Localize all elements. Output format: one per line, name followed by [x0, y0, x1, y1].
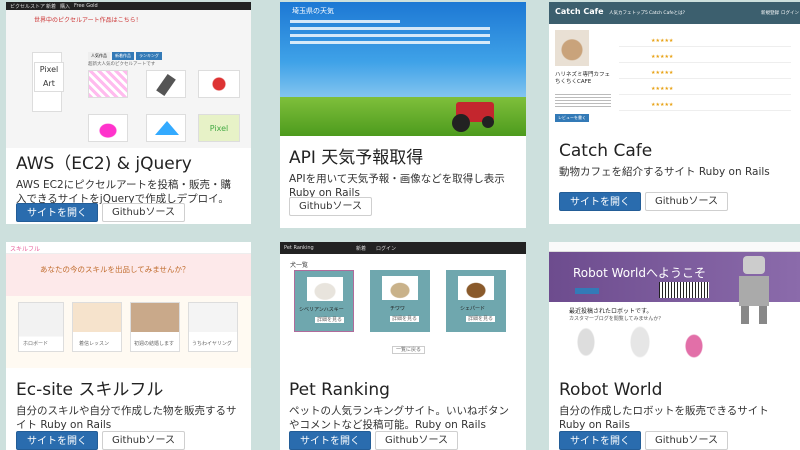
thumb-heading: あなたの今のスキルを出品してみませんか？ — [40, 265, 190, 274]
card-description: 自分の作成したロボットを販売できるサイト Ruby on Rails — [559, 405, 769, 431]
card-title: API 天気予報取得 — [289, 148, 424, 168]
thumb-tab: 新着作品 — [112, 52, 134, 60]
thumb-pet-card: シベリアンハスキー 詳細を見る — [294, 270, 354, 332]
github-source-button[interactable]: Githubソース — [645, 431, 728, 450]
open-site-button[interactable]: サイトを開く — [559, 431, 641, 450]
thumb-forecast-row — [290, 41, 490, 44]
thumb-brand: ピクセルストア — [10, 4, 46, 10]
thumb-heading: 世界中のピクセルアート作品はこちら！ — [34, 17, 142, 24]
thumb-item: 着信レッスン — [72, 302, 122, 352]
thumb-reviews: ★★★★★ ★★★★★ ★★★★★ ★★★★★ ★★★★★ — [619, 36, 791, 120]
thumb-tab: 人気作品 — [88, 52, 110, 60]
thumb-cafe-info — [555, 92, 611, 108]
card-description: 動物カフェを紹介するサイト Ruby on Rails — [559, 166, 770, 178]
portfolio-card-pet-ranking: Pet Ranking 新着 ログイン 犬一覧 シベリアンハスキー 詳細を見る … — [280, 242, 526, 450]
portfolio-card-weather: 埼玉県の天気 API 天気予報取得 APIを用いて天気予報・画像などを取得し表示… — [280, 2, 526, 228]
thumb-forecast-row — [290, 34, 490, 37]
thumb-nav-item: ログイン — [781, 11, 799, 16]
open-site-button[interactable]: サイトを開く — [559, 192, 641, 211]
thumb-pet-card: シェパード 詳細を見る — [446, 270, 506, 332]
thumb-item: 初週の結婚します — [130, 302, 180, 352]
thumb-nav-item: 購入 — [60, 4, 71, 10]
github-source-button[interactable]: Githubソース — [645, 192, 728, 211]
thumb-item: うちわイヤリング — [188, 302, 238, 352]
thumb-nav-item: Catch Cafeとは? — [649, 11, 686, 16]
thumb-pet-card: チワワ 詳細を見る — [370, 270, 430, 332]
thumb-tabs: 人気作品 新着作品 ランキング — [88, 52, 162, 60]
thumb-cafe-photo — [555, 30, 589, 66]
portfolio-card-catch-cafe: Catch Cafe 人気カフェトップ5 Catch Cafeとは? 新規登録 … — [549, 2, 800, 224]
thumb-forecast-row — [290, 20, 400, 23]
tractor-icon — [452, 102, 494, 132]
thumb-hero: あなたの今のスキルを出品してみませんか？ — [6, 254, 251, 296]
thumb-artwork: Pixel — [198, 114, 240, 142]
thumb-nav-item: ログイン — [376, 246, 397, 252]
thumb-section-sub: カスタマーブログを閲覧してみませんか？ — [569, 316, 664, 322]
thumb-nav-item: 新規登録 — [761, 11, 779, 16]
thumb-nav-item: 人気カフェトップ5 — [609, 11, 648, 16]
thumb-navbar: Catch Cafe 人気カフェトップ5 Catch Cafeとは? 新規登録 … — [549, 2, 800, 24]
thumb-robot-photo — [679, 326, 709, 366]
thumb-subheading: 超新大人気のピクセルアートです — [88, 62, 156, 67]
robot-icon — [729, 256, 779, 326]
card-thumbnail[interactable]: Catch Cafe 人気カフェトップ5 Catch Cafeとは? 新規登録 … — [549, 2, 800, 128]
thumb-sky — [280, 2, 526, 102]
portfolio-card-robot-world: Robot Worldへようこそ 最近投稿されたロボットです。 カスタマーブログ… — [549, 242, 800, 450]
thumb-artwork — [198, 70, 240, 98]
github-source-button[interactable]: Githubソース — [289, 197, 372, 216]
thumb-heading: Robot Worldへようこそ — [573, 266, 707, 280]
card-title: Robot World — [559, 380, 663, 400]
portfolio-card-skillful: スキルフル あなたの今のスキルを出品してみませんか？ ホロボード 着信レッスン … — [6, 242, 251, 450]
card-title: AWS（EC2) & jQuery — [16, 154, 192, 174]
thumb-nav-item: 新着 — [356, 246, 367, 252]
card-thumbnail[interactable]: Pet Ranking 新着 ログイン 犬一覧 シベリアンハスキー 詳細を見る … — [280, 242, 526, 368]
card-thumbnail[interactable]: ピクセルストア 新着 購入 Free Gold 世界中のピクセルアート作品はこち… — [6, 2, 251, 148]
thumb-robot-photo — [625, 326, 655, 366]
card-title: Pet Ranking — [289, 380, 390, 400]
thumb-navbar: Pet Ranking 新着 ログイン — [280, 242, 526, 254]
thumb-brand: Catch Cafe — [555, 7, 604, 16]
thumb-review-button: レビューを書く — [555, 114, 589, 122]
thumb-artwork — [88, 70, 128, 98]
github-source-button[interactable]: Githubソース — [102, 203, 185, 222]
card-description: APIを用いて天気予報・画像などを取得し表示 Ruby on Rails — [289, 173, 505, 199]
thumb-artwork — [146, 70, 186, 98]
card-description: ペットの人気ランキングサイト。いいねボタンやコメントなど投稿可能。Ruby on… — [289, 405, 509, 431]
thumb-artwork — [88, 114, 128, 142]
card-description: 自分のスキルや自分で作成した物を販売するサイト Ruby on Rails — [16, 405, 237, 431]
thumb-nav-item: Free Gold — [74, 3, 98, 9]
card-thumbnail[interactable]: 埼玉県の天気 — [280, 2, 526, 136]
card-thumbnail[interactable]: Robot Worldへようこそ 最近投稿されたロボットです。 カスタマーブログ… — [549, 242, 800, 368]
thumb-forecast-row — [290, 27, 490, 30]
thumb-logo-art: Pixel Art — [34, 62, 64, 92]
thumb-heading: 埼玉県の天気 — [292, 7, 334, 15]
card-title: Catch Cafe — [559, 141, 653, 161]
card-description: AWS EC2にピクセルアートを投稿・販売・購入できるサイトをjQueryで作成… — [16, 179, 232, 205]
open-site-button[interactable]: サイトを開く — [16, 431, 98, 450]
thumb-nav-item: 新着 — [46, 4, 57, 10]
github-source-button[interactable]: Githubソース — [102, 431, 185, 450]
thumb-more-button: 一覧に戻る — [392, 346, 426, 354]
thumb-navbar — [549, 242, 800, 252]
portfolio-card-aws: ピクセルストア 新着 購入 Free Gold 世界中のピクセルアート作品はこち… — [6, 2, 251, 224]
barcode-icon — [659, 282, 709, 298]
card-thumbnail[interactable]: スキルフル あなたの今のスキルを出品してみませんか？ ホロボード 着信レッスン … — [6, 242, 251, 368]
thumb-section-title: 最近投稿されたロボットです。 — [569, 308, 653, 315]
thumb-cafe-name: ハリネズミ専門カフェ ちくちくCAFE — [555, 72, 611, 85]
thumb-navbar: スキルフル — [6, 242, 251, 254]
thumb-brand: スキルフル — [10, 246, 41, 253]
github-source-button[interactable]: Githubソース — [375, 431, 458, 450]
thumb-list-title: 犬一覧 — [290, 262, 309, 269]
thumb-navbar: ピクセルストア 新着 購入 Free Gold — [6, 2, 251, 10]
open-site-button[interactable]: サイトを開く — [289, 431, 371, 450]
thumb-tab: ランキング — [136, 52, 162, 60]
card-title: Ec-site スキルフル — [16, 380, 164, 400]
thumb-artwork — [146, 114, 186, 142]
thumb-item: ホロボード — [18, 302, 64, 352]
thumb-robot-photo — [571, 326, 601, 366]
thumb-brand: Pet Ranking — [284, 245, 314, 251]
open-site-button[interactable]: サイトを開く — [16, 203, 98, 222]
